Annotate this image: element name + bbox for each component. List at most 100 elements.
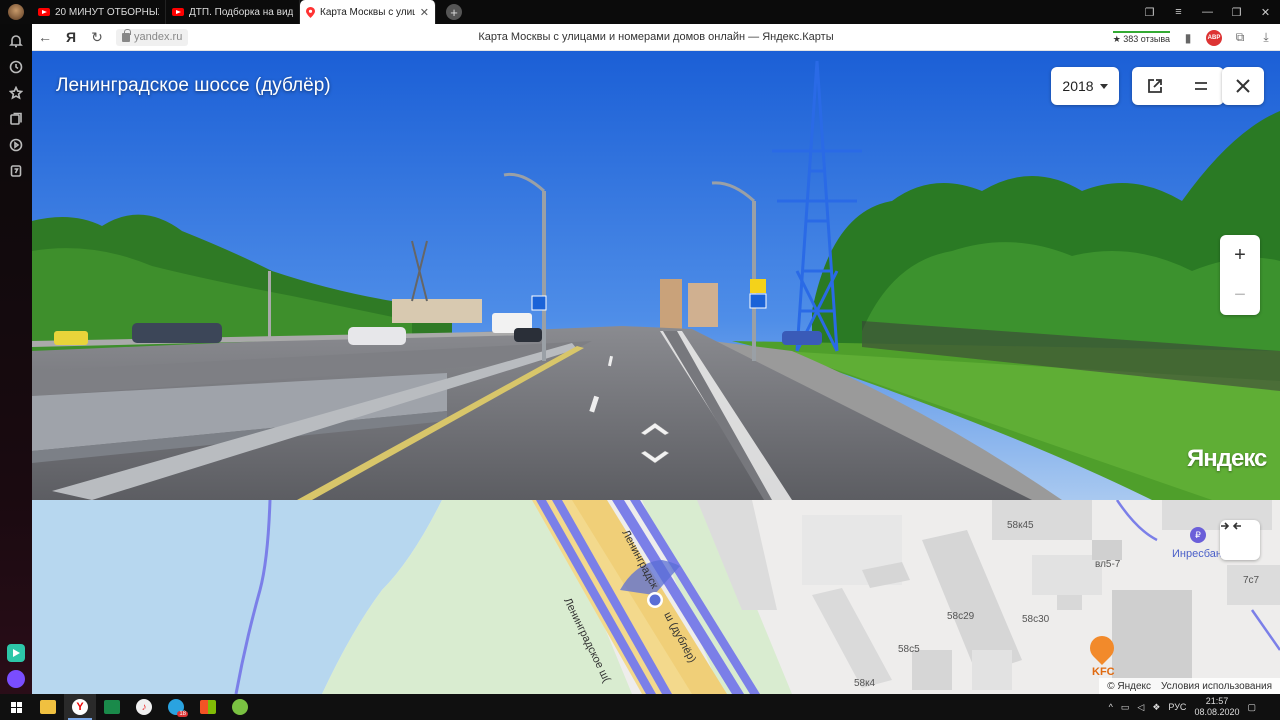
zoom-out-button[interactable]: − bbox=[1220, 275, 1260, 315]
download-icon[interactable]: ⤓ bbox=[1258, 30, 1274, 45]
chevron-down-icon bbox=[1099, 83, 1108, 89]
collapse-map-button[interactable] bbox=[1220, 520, 1260, 560]
building-label: вл5-7 bbox=[1095, 559, 1121, 570]
telegram-badge: 18 bbox=[177, 711, 188, 717]
keyboard-language[interactable]: РУС bbox=[1168, 702, 1186, 712]
clock-date: 08.08.2020 bbox=[1194, 707, 1240, 717]
bell-icon[interactable] bbox=[7, 32, 25, 50]
external-link-icon bbox=[1148, 79, 1162, 93]
taskbar-telegram[interactable]: 18 bbox=[160, 694, 192, 720]
network-icon[interactable]: ▭ bbox=[1121, 702, 1130, 713]
close-panorama-button[interactable] bbox=[1222, 67, 1264, 105]
taskbar-music[interactable]: ♪ bbox=[128, 694, 160, 720]
new-tab-button[interactable]: + bbox=[446, 4, 462, 20]
split-view-button[interactable] bbox=[1178, 67, 1224, 105]
map-copyright: © Яндекс Условия использования bbox=[1099, 678, 1280, 694]
tab-close-icon[interactable]: ✕ bbox=[420, 6, 429, 19]
map-canvas bbox=[32, 500, 1280, 694]
address-bar: ← Я ↻ yandex.ru Карта Москвы с улицами и… bbox=[32, 24, 1280, 51]
screen: 20 МИНУТ ОТБОРНЫХ ПР ДТП. Подборка на ви… bbox=[0, 0, 1280, 720]
sidebar-bottom bbox=[0, 644, 32, 688]
taskbar-store[interactable] bbox=[192, 694, 224, 720]
tab-youtube-2[interactable]: ДТП. Подборка на видеор bbox=[166, 0, 300, 24]
taskbar-file-explorer[interactable] bbox=[32, 694, 64, 720]
year-selector[interactable]: 2018 bbox=[1051, 67, 1119, 105]
year-value: 2018 bbox=[1062, 78, 1094, 94]
music-icon: ♪ bbox=[136, 699, 152, 715]
bookmarks-star-icon[interactable] bbox=[7, 84, 25, 102]
reload-icon[interactable]: ↻ bbox=[84, 24, 110, 51]
street-panorama[interactable]: Ленинградское шоссе (дублёр) 2018 + − Ян… bbox=[32, 51, 1280, 500]
move-forward-arrow-icon[interactable] bbox=[640, 422, 670, 436]
panorama-nav-arrows[interactable] bbox=[637, 419, 673, 471]
start-button[interactable] bbox=[0, 694, 32, 720]
taskbar-yandex-browser[interactable]: Y bbox=[64, 694, 96, 720]
minimize-button[interactable]: — bbox=[1193, 0, 1222, 24]
torrent-icon bbox=[232, 699, 248, 715]
taskbar-app-green[interactable] bbox=[96, 694, 128, 720]
mini-map[interactable]: Ленинградское ш( Ленинградск ш (дублёр) … bbox=[32, 500, 1280, 694]
volume-icon[interactable]: ◁ bbox=[1137, 702, 1144, 713]
panorama-zoom-control: + − bbox=[1220, 235, 1260, 315]
move-back-arrow-icon[interactable] bbox=[640, 450, 670, 464]
avatar-image bbox=[8, 4, 24, 20]
browser-tab-strip: 20 МИНУТ ОТБОРНЫХ ПР ДТП. Подборка на ви… bbox=[0, 0, 1280, 24]
clock-time: 21:57 bbox=[1205, 696, 1229, 706]
close-icon bbox=[1236, 79, 1250, 93]
tray-chevron-up-icon[interactable]: ^ bbox=[1109, 702, 1113, 712]
bank-icon[interactable]: ₽ bbox=[1190, 527, 1206, 543]
store-icon bbox=[200, 700, 216, 714]
collections-icon[interactable] bbox=[7, 110, 25, 128]
reviews-badge[interactable]: ★ 383 отзыва bbox=[1112, 31, 1170, 44]
profile-avatar[interactable] bbox=[0, 0, 32, 24]
yandex-logo[interactable]: Я bbox=[58, 24, 84, 51]
windows-logo-icon bbox=[10, 701, 22, 713]
address-bar-actions: ★ 383 отзыва ▮ ABP ⧉ ⤓ bbox=[1112, 24, 1274, 51]
bank-label[interactable]: Инресбан bbox=[1172, 548, 1222, 560]
back-arrow-icon[interactable]: ← bbox=[32, 24, 58, 51]
url-field[interactable]: yandex.ru bbox=[116, 28, 189, 46]
terms-link[interactable]: Условия использования bbox=[1161, 681, 1272, 692]
yandex-maps-pin-icon bbox=[306, 6, 315, 18]
building-label: 58к45 bbox=[1007, 520, 1034, 531]
lock-icon bbox=[122, 28, 131, 42]
video-play-icon[interactable] bbox=[7, 136, 25, 154]
yandex-app-icon[interactable] bbox=[7, 644, 25, 662]
youtube-icon bbox=[38, 8, 50, 16]
folder-icon bbox=[40, 700, 56, 714]
street-name-title: Ленинградское шоссе (дублёр) bbox=[56, 75, 331, 96]
page-title: Карта Москвы с улицами и номерами домов … bbox=[478, 31, 834, 43]
dropbox-icon[interactable]: ❖ bbox=[1152, 702, 1160, 713]
tab-youtube-1[interactable]: 20 МИНУТ ОТБОРНЫХ ПР bbox=[32, 0, 166, 24]
zoom-in-button[interactable]: + bbox=[1220, 235, 1260, 275]
close-window-button[interactable]: ✕ bbox=[1251, 0, 1280, 24]
adblock-icon[interactable]: ABP bbox=[1206, 29, 1222, 46]
yandex-watermark: Яндекс bbox=[1187, 445, 1267, 472]
building-label: 7с7 bbox=[1243, 575, 1260, 586]
clock[interactable]: 21:57 08.08.2020 bbox=[1194, 696, 1239, 718]
counter-badge-icon[interactable] bbox=[7, 162, 25, 180]
alice-assistant-icon[interactable] bbox=[7, 670, 25, 688]
translate-icon[interactable]: ⧉ bbox=[1232, 30, 1248, 45]
building-label: 58с29 bbox=[947, 611, 975, 622]
url-text: yandex.ru bbox=[134, 31, 183, 43]
panorama-tools bbox=[1132, 67, 1224, 105]
notification-icon[interactable]: ▢ bbox=[1247, 702, 1256, 713]
building-label: 58с5 bbox=[898, 644, 920, 655]
bookmark-icon[interactable]: ▮ bbox=[1180, 31, 1196, 45]
menu-icon[interactable]: ≡ bbox=[1164, 0, 1193, 24]
yandex-browser-icon: Y bbox=[72, 699, 88, 715]
tab-title: 20 МИНУТ ОТБОРНЫХ ПР bbox=[55, 6, 159, 18]
history-icon[interactable] bbox=[7, 58, 25, 76]
window-controls: ❐ ≡ — ❐ ✕ bbox=[1135, 0, 1280, 24]
tab-yandex-maps[interactable]: Карта Москвы с улица ✕ bbox=[300, 0, 436, 24]
kfc-label[interactable]: KFC bbox=[1092, 666, 1115, 678]
taskbar-torrent[interactable] bbox=[224, 694, 256, 720]
tab-title: Карта Москвы с улица bbox=[320, 6, 415, 18]
youtube-icon bbox=[172, 8, 184, 16]
open-external-button[interactable] bbox=[1132, 67, 1178, 105]
building-label: 58с30 bbox=[1022, 614, 1050, 625]
maximize-button[interactable]: ❐ bbox=[1222, 0, 1251, 24]
collections-icon[interactable]: ❐ bbox=[1135, 0, 1164, 24]
copyright-text: © Яндекс bbox=[1107, 680, 1151, 692]
